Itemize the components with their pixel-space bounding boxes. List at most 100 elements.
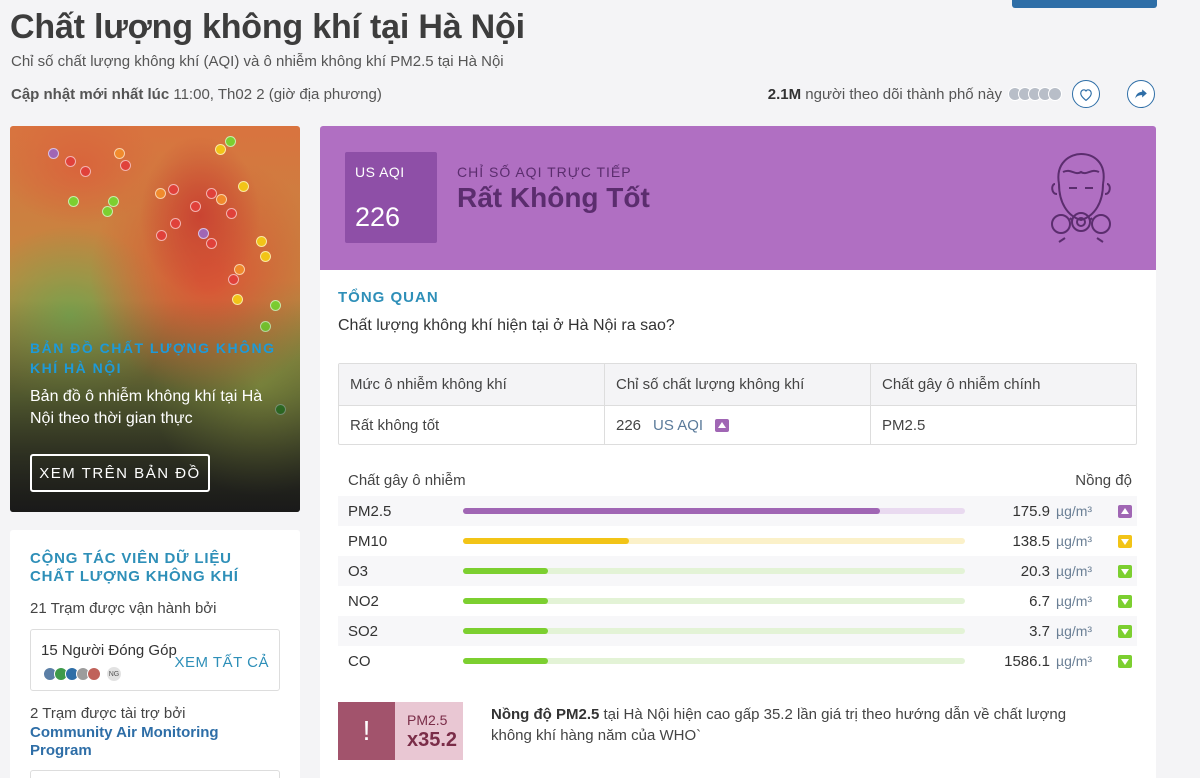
trend-down-icon <box>1118 594 1132 608</box>
pollutant-row: PM10 138.5 µg/m³ <box>338 526 1137 556</box>
pollutant-row: CO 1586.1 µg/m³ <box>338 646 1137 676</box>
avatar-initials: NG <box>106 666 122 682</box>
aqi-cell-value: 226 <box>616 416 642 434</box>
overview-label: TỔNG QUAN <box>338 289 439 306</box>
stations-sponsored: 2 Trạm được tài trợ bởi <box>30 705 186 722</box>
pollutant-unit: µg/m³ <box>1056 653 1093 669</box>
pollutant-name: NO2 <box>348 592 379 610</box>
who-ratio-box: ! PM2.5 x35.2 <box>338 702 463 760</box>
pollutant-bar-track <box>463 658 965 664</box>
summary-table-header: Mức ô nhiễm không khí Chỉ số chất lượng … <box>339 364 1136 406</box>
pollutant-unit: µg/m³ <box>1056 623 1093 639</box>
pollutant-unit: µg/m³ <box>1056 593 1093 609</box>
heart-icon <box>1080 88 1092 101</box>
summary-table: Mức ô nhiễm không khí Chỉ số chất lượng … <box>338 363 1137 445</box>
main-pollutant: PM2.5 <box>882 416 926 434</box>
map-card-label: BẢN ĐỒ CHẤT LƯỢNG KHÔNG KHÍ HÀ NỘI <box>30 340 276 376</box>
page-subtitle: Chỉ số chất lượng không khí (AQI) và ô n… <box>11 53 504 70</box>
who-ratio: PM2.5 x35.2 <box>395 702 463 760</box>
pollutant-list-header: Chất gây ô nhiễm Nồng độ <box>348 472 1132 489</box>
pollutant-column-label: Chất gây ô nhiễm <box>348 472 466 489</box>
pollutant-row: SO2 3.7 µg/m³ <box>338 616 1137 646</box>
contributors-card: CỘNG TÁC VIÊN DỮ LIỆU CHẤT LƯỢNG KHÔNG K… <box>10 530 300 778</box>
pollutant-unit: µg/m³ <box>1056 503 1093 519</box>
column-header: Mức ô nhiễm không khí <box>339 364 605 405</box>
ratio-value: x35.2 <box>407 729 458 751</box>
trend-down-icon <box>1118 564 1132 578</box>
trend-up-icon <box>715 418 730 432</box>
pollutant-value: 20.3 <box>1020 562 1050 580</box>
trend-up-icon <box>1118 504 1132 518</box>
pollutant-row: O3 20.3 µg/m³ <box>338 556 1137 586</box>
contributor-avatars: NG <box>43 666 122 682</box>
page-title: Chất lượng không khí tại Hà Nội <box>10 8 525 46</box>
pollutant-bar-fill <box>463 568 549 574</box>
map-card-description: Bản đồ ô nhiễm không khí tại Hà Nội theo… <box>30 388 263 427</box>
table-row: Rất không tốt 226 US AQI PM2.5 <box>339 406 1136 444</box>
map-card[interactable]: BẢN ĐỒ CHẤT LƯỢNG KHÔNG KHÍ HÀ NỘI Bản đ… <box>10 126 300 512</box>
pollutant-bar-track <box>463 598 965 604</box>
pollutant-value: 175.9 <box>1012 502 1050 520</box>
aqi-value-box: US AQI 226 <box>345 152 437 243</box>
who-guideline-text: Nồng độ PM2.5 tại Hà Nội hiện cao gấp 35… <box>491 704 1091 746</box>
trend-down-icon <box>1118 654 1132 668</box>
aqi-label: US AQI <box>355 164 405 180</box>
column-header: Chỉ số chất lượng không khí <box>605 364 871 405</box>
share-button[interactable] <box>1127 80 1155 108</box>
live-aqi-label: CHỈ SỐ AQI TRỰC TIẾP <box>457 164 632 180</box>
overview-question: Chất lượng không khí hiện tại ở Hà Nội r… <box>338 317 675 334</box>
trend-down-icon <box>1118 534 1132 548</box>
updated-label: Cập nhật mới nhất lúc <box>11 86 170 103</box>
sponsor-box <box>30 770 280 778</box>
pollutant-value: 138.5 <box>1012 532 1050 550</box>
contributors-count: 15 Người Đóng Góp <box>41 642 177 659</box>
alert-text-bold: Nồng độ PM2.5 <box>491 706 600 723</box>
pollutant-row: PM2.5 175.9 µg/m³ <box>338 496 1137 526</box>
main-panel: US AQI 226 CHỈ SỐ AQI TRỰC TIẾP Rất Khôn… <box>320 126 1156 778</box>
alert-icon: ! <box>338 702 395 760</box>
pollutant-name: CO <box>348 652 371 670</box>
contributors-box: 15 Người Đóng Góp NG XEM TẤT CẢ <box>30 629 280 691</box>
pollutant-bar-fill <box>463 598 549 604</box>
contributors-title: CỘNG TÁC VIÊN DỮ LIỆU CHẤT LƯỢNG KHÔNG K… <box>30 550 239 585</box>
pollutant-bar-fill <box>463 628 549 634</box>
followers-label: người theo dõi thành phố này <box>805 85 1002 103</box>
pollutant-unit: µg/m³ <box>1056 533 1093 549</box>
followers-bar: 2.1M người theo dõi thành phố này <box>768 80 1100 108</box>
view-on-map-button[interactable]: XEM TRÊN BẢN ĐỒ <box>30 454 210 492</box>
aqi-value: 226 <box>355 202 401 232</box>
pollutant-bar-track <box>463 628 965 634</box>
follow-heart-button[interactable] <box>1072 80 1100 108</box>
trend-down-icon <box>1118 624 1132 638</box>
pollutant-unit: µg/m³ <box>1056 563 1093 579</box>
pollutant-bar-fill <box>463 508 880 514</box>
pollutant-row: NO2 6.7 µg/m³ <box>338 586 1137 616</box>
pollutant-bar-track <box>463 568 965 574</box>
top-action-button[interactable] <box>1012 0 1157 8</box>
pollutant-value: 6.7 <box>1029 592 1050 610</box>
gas-mask-face-icon <box>1051 152 1111 243</box>
pollutant-bar-fill <box>463 538 629 544</box>
avatar <box>87 667 101 681</box>
pollutant-value: 1586.1 <box>1004 652 1050 670</box>
followers-count: 2.1M <box>767 85 802 103</box>
share-icon <box>1135 89 1147 99</box>
pollutant-value: 3.7 <box>1029 622 1050 640</box>
updated-value: 11:00, Th02 2 (giờ địa phương) <box>173 86 382 103</box>
pollutant-list: PM2.5 175.9 µg/m³ PM10 138.5 µg/m³ O3 20.3 µg/m³… <box>338 496 1137 676</box>
pollutant-name: SO2 <box>348 622 379 640</box>
aqi-banner: US AQI 226 CHỈ SỐ AQI TRỰC TIẾP Rất Khôn… <box>320 126 1156 270</box>
stations-operated: 21 Trạm được vận hành bởi <box>30 600 217 617</box>
pollutant-bar-track <box>463 508 965 514</box>
see-all-link[interactable]: XEM TẤT CẢ <box>175 654 269 671</box>
column-header: Chất gây ô nhiễm chính <box>882 376 1041 393</box>
aqi-status: Rất Không Tốt <box>457 182 650 213</box>
pollutant-name: PM2.5 <box>348 502 392 520</box>
aqi-cell-unit: US AQI <box>653 416 704 434</box>
pollutant-bar-track <box>463 538 965 544</box>
sponsor-program-link[interactable]: Community Air Monitoring Program <box>30 724 280 760</box>
pollution-level: Rất không tốt <box>339 406 605 444</box>
last-updated: Cập nhật mới nhất lúc 11:00, Th02 2 (giờ… <box>11 86 382 103</box>
pollutant-bar-fill <box>463 658 549 664</box>
follower-avatars <box>1008 87 1062 101</box>
